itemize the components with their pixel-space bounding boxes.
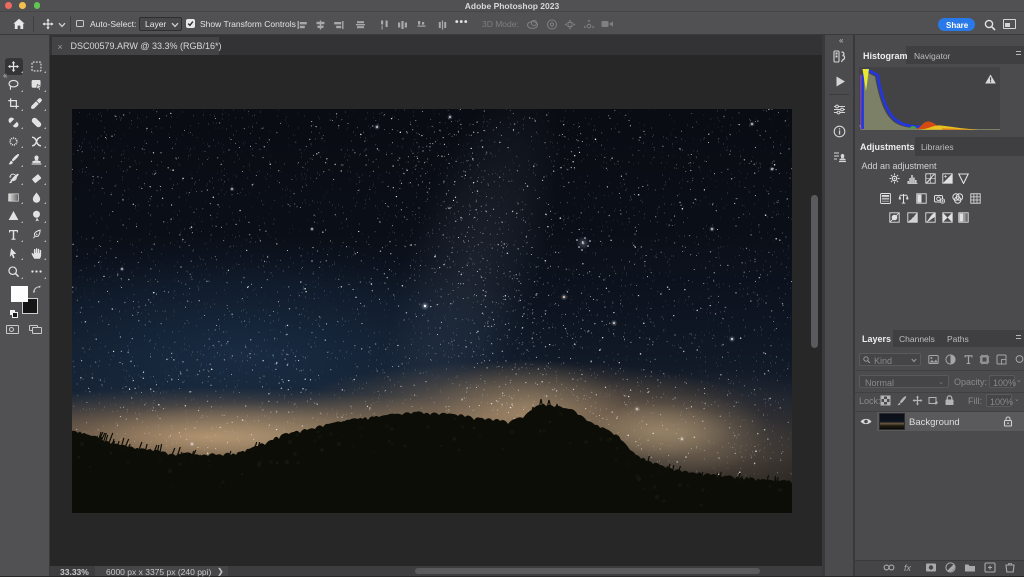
svg-text:fx: fx	[904, 563, 912, 573]
